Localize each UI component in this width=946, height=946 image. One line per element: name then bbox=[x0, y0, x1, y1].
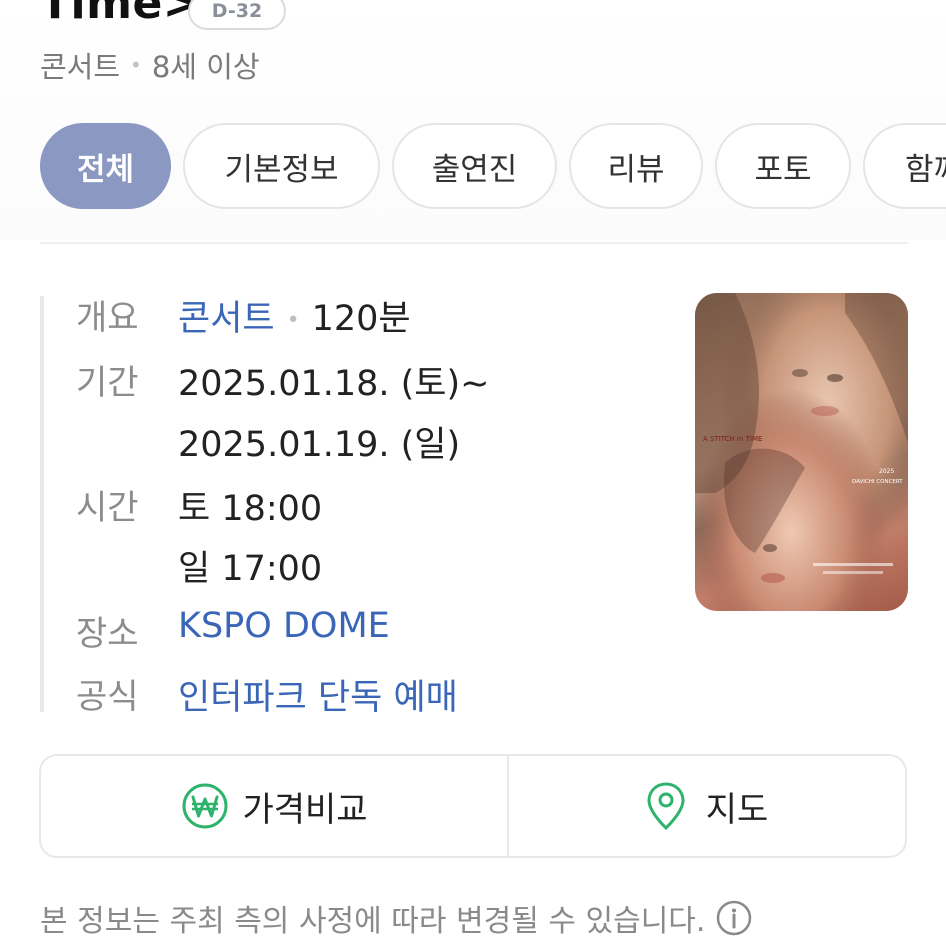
genre-link[interactable]: 콘서트 bbox=[178, 299, 275, 339]
separator-dot: • bbox=[286, 307, 300, 333]
map-button[interactable]: 지도 bbox=[509, 756, 905, 856]
map-pin-icon bbox=[647, 782, 685, 831]
period-end: 2025.01.19. (일) bbox=[178, 425, 461, 465]
subtitle-line: 콘서트 • 8세 이상 bbox=[40, 44, 260, 86]
tab-reviews[interactable]: 리뷰 bbox=[569, 123, 703, 209]
info-left-bar bbox=[40, 296, 44, 712]
overview-label: 개요 bbox=[76, 298, 139, 338]
category-text: 콘서트 bbox=[40, 50, 121, 84]
time-line-2: 일 17:00 bbox=[178, 549, 323, 589]
price-compare-button[interactable]: 가격비교 bbox=[41, 756, 507, 856]
tab-all[interactable]: 전체 bbox=[40, 123, 171, 209]
divider bbox=[40, 242, 908, 244]
official-link[interactable]: 인터파크 단독 예매 bbox=[178, 669, 458, 720]
separator-dot: • bbox=[130, 53, 142, 77]
venue-label: 장소 bbox=[76, 614, 139, 654]
venue-link[interactable]: KSPO DOME bbox=[178, 606, 390, 646]
tab-together[interactable]: 함께 bbox=[863, 123, 946, 209]
page-title: Time> bbox=[40, 0, 201, 29]
action-button-group: 가격비교 지도 bbox=[39, 754, 907, 858]
won-circle-icon bbox=[182, 783, 228, 829]
tab-bar: 전체 기본정보 출연진 리뷰 포토 함께 bbox=[40, 123, 946, 209]
tab-photos[interactable]: 포토 bbox=[715, 123, 851, 209]
concert-poster[interactable]: A STITCH in TIME 2025 DAVICHI CONCERT bbox=[695, 293, 908, 611]
time-line-1: 토 18:00 bbox=[178, 489, 323, 529]
overview-value: 콘서트 • 120분 bbox=[178, 290, 411, 341]
notice-text: 본 정보는 주최 측의 사정에 따라 변경될 수 있습니다. bbox=[40, 904, 706, 939]
poster-subtitle-text: DAVICHI CONCERT bbox=[852, 479, 903, 485]
runtime-text: 120분 bbox=[311, 299, 411, 339]
age-rating-text: 8세 이상 bbox=[151, 50, 260, 84]
period-label: 기간 bbox=[76, 363, 139, 403]
map-label: 지도 bbox=[705, 789, 769, 830]
time-label: 시간 bbox=[76, 488, 139, 528]
poster-title-text: A STITCH in TIME bbox=[703, 435, 762, 443]
official-label: 공식 bbox=[76, 677, 139, 717]
tab-cast[interactable]: 출연진 bbox=[392, 123, 557, 209]
poster-artwork: A STITCH in TIME 2025 DAVICHI CONCERT bbox=[695, 293, 908, 611]
price-compare-label: 가격비교 bbox=[242, 789, 368, 830]
notice-line: 본 정보는 주최 측의 사정에 따라 변경될 수 있습니다. bbox=[40, 896, 753, 940]
tab-basic-info[interactable]: 기본정보 bbox=[183, 123, 380, 209]
dday-badge: D-32 bbox=[188, 0, 286, 30]
poster-year-text: 2025 bbox=[879, 468, 894, 475]
info-circle-icon[interactable] bbox=[715, 899, 753, 937]
period-start: 2025.01.18. (토)~ bbox=[178, 364, 490, 404]
